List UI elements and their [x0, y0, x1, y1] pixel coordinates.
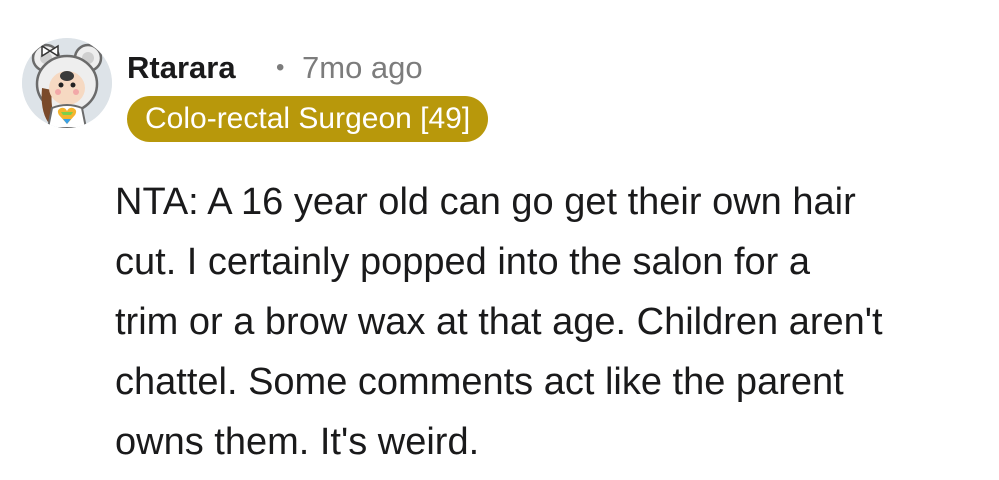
koala-hood-avatar-icon — [22, 38, 112, 128]
comment-body-line: chattel. Some comments act like the pare… — [115, 361, 844, 403]
comment-body-line: cut. I certainly popped into the salon f… — [115, 241, 810, 283]
comment-body-line: owns them. It's weird. — [115, 421, 480, 463]
comment-body-line: trim or a brow wax at that age. Children… — [115, 301, 883, 343]
comment-body: NTA: A 16 year old can go get their own … — [115, 172, 985, 472]
comment: Rtarara • 7mo ago Colo-rectal Surgeon [4… — [0, 0, 999, 480]
username[interactable]: Rtarara — [127, 48, 236, 88]
user-flair-badge: Colo-rectal Surgeon [49] — [127, 96, 489, 142]
separator-dot: • — [276, 54, 285, 81]
comment-body-line: NTA: A 16 year old can go get their own … — [115, 181, 856, 223]
timestamp[interactable]: 7mo ago — [302, 48, 423, 88]
avatar[interactable] — [22, 38, 112, 128]
